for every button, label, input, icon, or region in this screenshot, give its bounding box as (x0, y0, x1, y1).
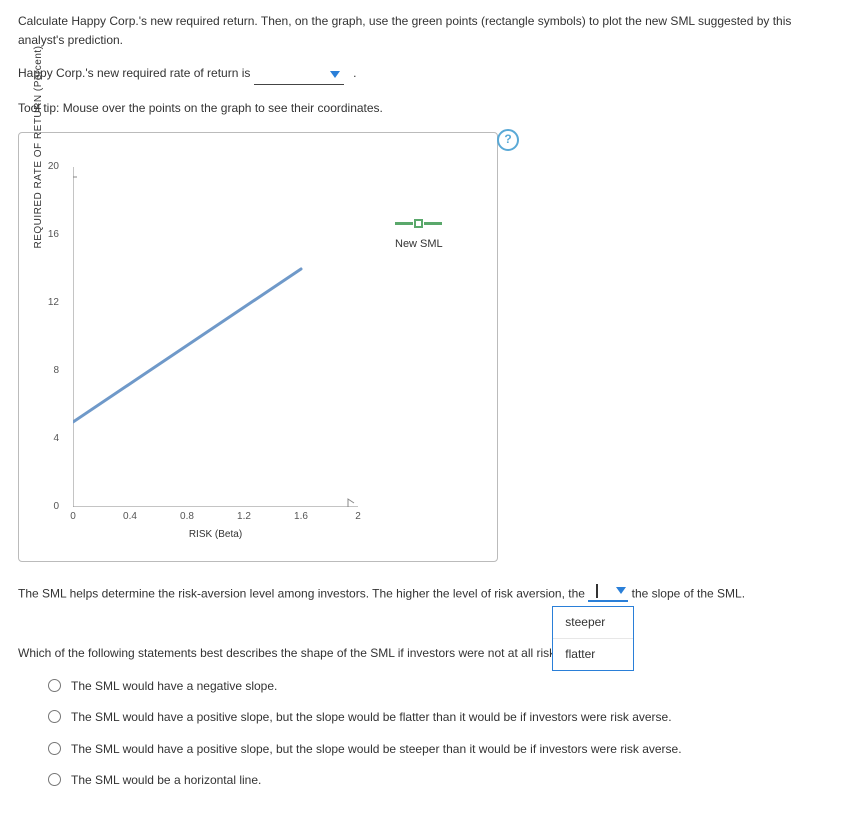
help-icon: ? (504, 130, 511, 149)
y-tick: 4 (53, 431, 59, 447)
graph-panel: ? REQUIRED RATE OF RETURN (Percent) 20 1… (18, 132, 498, 562)
chevron-down-icon (616, 587, 626, 594)
radio-icon[interactable] (48, 742, 61, 755)
radio-icon[interactable] (48, 773, 61, 786)
legend-new-sml[interactable]: New SML (395, 219, 443, 254)
chevron-down-icon (330, 71, 340, 78)
y-tick: 12 (48, 295, 59, 311)
tooltip-text: Tool tip: Mouse over the points on the g… (18, 99, 825, 118)
sml-chart-svg (73, 167, 358, 507)
mc-option-label: The SML would have a negative slope. (71, 677, 277, 696)
risk-aversion-sentence: The SML helps determine the risk-aversio… (18, 584, 825, 604)
legend-label: New SML (395, 236, 443, 254)
plot-area[interactable]: REQUIRED RATE OF RETURN (Percent) 20 16 … (35, 149, 487, 551)
x-axis-label: RISK (Beta) (73, 527, 358, 543)
y-tick: 16 (48, 227, 59, 243)
y-axis-label: REQUIRED RATE OF RETURN (Percent) (31, 45, 47, 248)
x-tick: 1.6 (294, 509, 308, 525)
y-tick: 8 (53, 363, 59, 379)
radio-icon[interactable] (48, 710, 61, 723)
mc-option[interactable]: The SML would have a positive slope, but… (48, 708, 825, 727)
mc-prompt: Which of the following statements best d… (18, 644, 825, 663)
intro-text: Calculate Happy Corp.'s new required ret… (18, 12, 825, 50)
help-button[interactable]: ? (497, 129, 519, 151)
x-tick: 2 (355, 509, 361, 525)
mc-option[interactable]: The SML would have a negative slope. (48, 677, 825, 696)
mc-option-label: The SML would be a horizontal line. (71, 771, 261, 790)
x-tick: 0.8 (180, 509, 194, 525)
ra-post: the slope of the SML. (632, 586, 745, 600)
mc-option[interactable]: The SML would be a horizontal line. (48, 771, 825, 790)
radio-icon[interactable] (48, 679, 61, 692)
x-tick: 0 (70, 509, 76, 525)
y-tick: 20 (48, 159, 59, 175)
slope-dropdown-menu: steeper flatter (552, 606, 634, 671)
mc-option-label: The SML would have a positive slope, but… (71, 740, 682, 759)
ra-pre: The SML helps determine the risk-aversio… (18, 586, 588, 600)
dropdown-option-flatter[interactable]: flatter (553, 638, 633, 670)
y-tick: 0 (53, 499, 59, 515)
slope-dropdown[interactable]: steeper flatter (588, 584, 628, 604)
period: . (353, 66, 356, 80)
rr-pre: Happy Corp.'s new required rate of retur… (18, 66, 254, 80)
dropdown-option-steeper[interactable]: steeper (553, 607, 633, 638)
mc-option[interactable]: The SML would have a positive slope, but… (48, 740, 825, 759)
legend-marker-icon (395, 219, 443, 228)
text-cursor-icon (596, 584, 598, 598)
x-tick: 1.2 (237, 509, 251, 525)
required-return-dropdown[interactable] (254, 64, 344, 84)
mc-option-label: The SML would have a positive slope, but… (71, 708, 672, 727)
x-tick: 0.4 (123, 509, 137, 525)
required-return-sentence: Happy Corp.'s new required rate of retur… (18, 64, 825, 84)
